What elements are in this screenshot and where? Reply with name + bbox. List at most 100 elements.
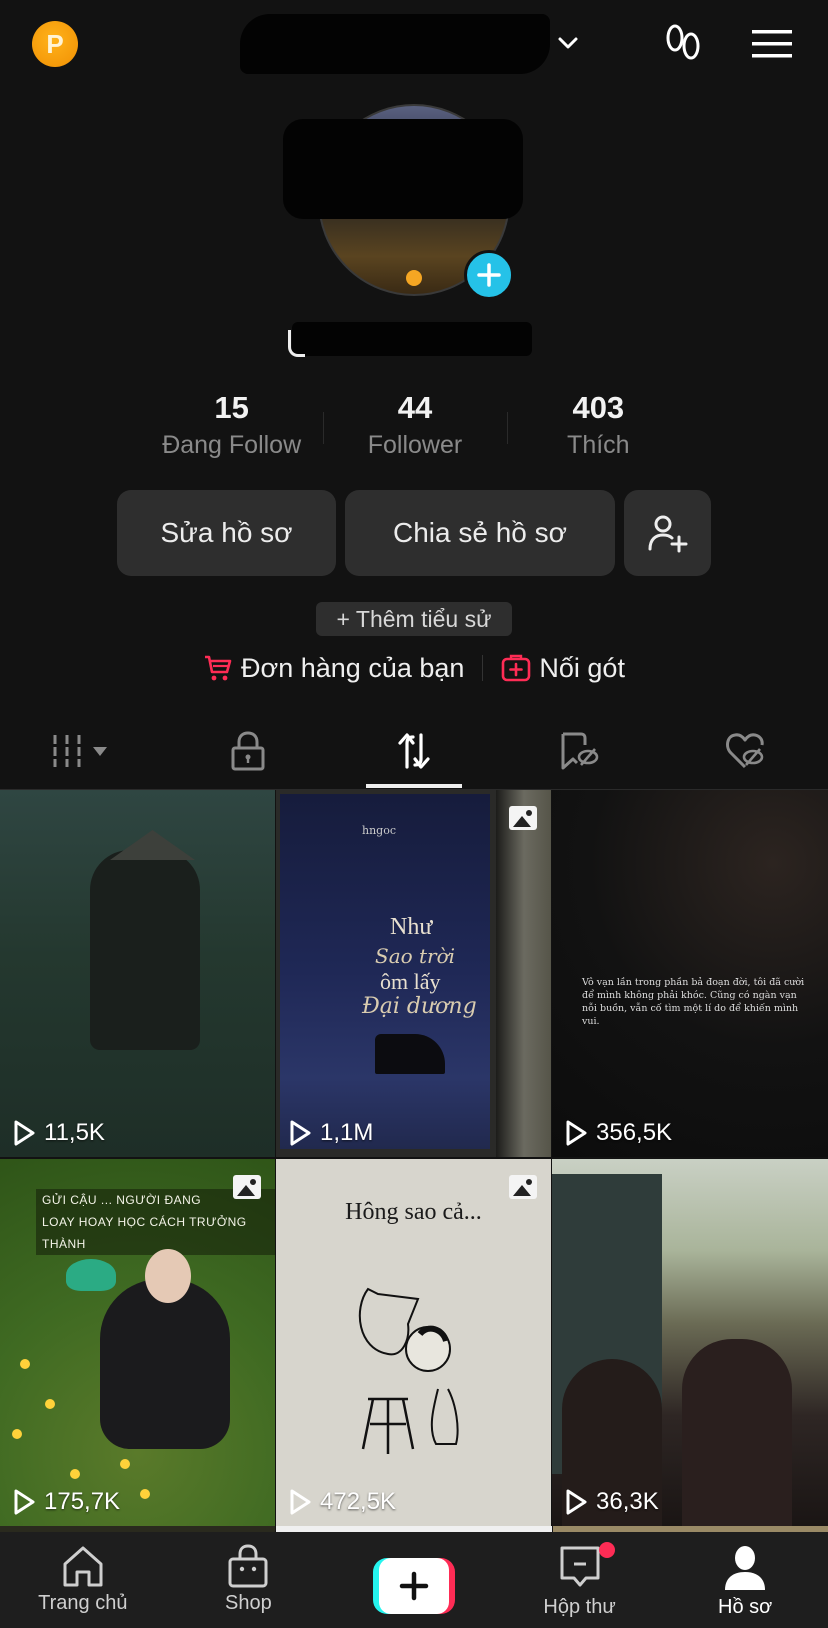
view-count-text: 356,5K [596, 1119, 673, 1146]
redaction [283, 119, 523, 219]
nav-label: Hồ sơ [718, 1596, 773, 1618]
orders-link[interactable]: Đơn hàng của bạn [203, 653, 464, 684]
stat-followers[interactable]: 44 Follower [323, 390, 506, 470]
stat-label: Đang Follow [162, 431, 302, 459]
stat-likes[interactable]: 403 Thích [506, 390, 690, 470]
video-grid: 11,5K hngoc Như Sao trời ôm lấy Đại dươn… [0, 790, 828, 1526]
account-switcher[interactable] [240, 14, 550, 74]
video-thumbnail[interactable]: Hông sao cả... 472,5K [276, 1159, 551, 1526]
footprint-icon[interactable] [662, 22, 704, 66]
add-bio-button[interactable]: + Thêm tiểu sử [316, 602, 512, 636]
caption-line: LOAY HOAY HỌC CÁCH TRƯỞNG THÀNH [42, 1215, 247, 1251]
create-plus-icon [399, 1571, 429, 1601]
thumbnail-art [145, 1249, 191, 1303]
video-thumbnail[interactable]: Vô vạn lần trong phần bả đoạn đời, tôi đ… [552, 790, 828, 1157]
thumbnail-art [375, 1034, 445, 1074]
tab-private[interactable] [166, 712, 332, 790]
video-thumbnail[interactable]: 36,3K [552, 1159, 828, 1526]
thumbnail-art [70, 1469, 80, 1479]
thumbnail-art [110, 830, 195, 860]
edit-profile-button[interactable]: Sửa hồ sơ [117, 490, 336, 576]
add-friend-button[interactable] [624, 490, 711, 576]
nav-label: Hộp thư [543, 1596, 616, 1618]
inbox-icon [560, 1546, 600, 1587]
thumbnail-art [358, 1287, 459, 1454]
video-thumbnail[interactable]: 11,5K [0, 790, 275, 1157]
add-box-icon [502, 654, 531, 682]
play-icon [290, 1489, 311, 1515]
nav-create[interactable] [331, 1532, 497, 1628]
grid-icon [53, 735, 107, 767]
stat-label: Thích [567, 431, 630, 459]
video-thumbnail[interactable]: GỬI CẬU ... NGƯỜI ĐANG LOAY HOAY HỌC CÁC… [0, 1159, 275, 1526]
avatar-lamp [406, 270, 422, 286]
create-button-face [378, 1558, 449, 1614]
share-profile-button[interactable]: Chia sẻ hồ sơ [345, 490, 615, 576]
tab-videos[interactable] [0, 712, 166, 790]
thumbnail-art [140, 1489, 150, 1499]
profile-icon [725, 1546, 766, 1590]
add-avatar-button[interactable] [464, 250, 514, 300]
divider [482, 655, 484, 681]
thumbnail-art [120, 1459, 130, 1469]
top-bar: P [0, 0, 828, 90]
thumbnail-title: Hông sao cả... [345, 1199, 482, 1225]
play-icon [566, 1489, 587, 1515]
nav-home[interactable]: Trang chủ [0, 1532, 166, 1628]
view-count-text: 472,5K [320, 1488, 397, 1515]
orders-label: Đơn hàng của bạn [241, 652, 465, 683]
nav-label: Shop [225, 1592, 272, 1614]
thumbnail-art [496, 790, 551, 1157]
notification-badge [598, 1542, 615, 1558]
repost-icon [398, 733, 430, 769]
follow-along-label: Nối gót [539, 652, 625, 683]
coin-icon[interactable]: P [32, 21, 78, 67]
nav-label: Trang chủ [38, 1592, 128, 1614]
follow-along-link[interactable]: Nối gót [501, 653, 625, 684]
tab-liked[interactable] [662, 712, 828, 790]
video-thumbnail[interactable]: hngoc Như Sao trời ôm lấy Đại dương 1,1M [276, 790, 551, 1157]
poster-author: hngoc [362, 824, 396, 837]
view-count: 1,1M [288, 1119, 373, 1147]
nav-profile[interactable]: Hồ sơ [662, 1532, 828, 1628]
view-count-text: 36,3K [596, 1488, 659, 1515]
nav-inbox[interactable]: Hộp thư [497, 1532, 663, 1628]
stat-value: 44 [397, 390, 433, 425]
coin-letter: P [46, 28, 64, 59]
tab-favorites[interactable] [497, 712, 663, 790]
username-redacted [288, 322, 532, 357]
poster-text: Đại dương [362, 994, 477, 1019]
bookmark-hidden-icon [561, 732, 598, 770]
view-count-text: 175,7K [44, 1488, 121, 1515]
thumbnail-art [90, 850, 200, 1050]
bottom-nav: Trang chủ Shop Hộp thư Hồ sơ [0, 1532, 828, 1628]
view-count-text: 1,1M [320, 1119, 374, 1146]
plus-icon [477, 263, 501, 287]
avatar[interactable] [283, 104, 523, 300]
photo-icon [509, 1175, 537, 1199]
profile-stats: 15 Đang Follow 44 Follower 403 Thích [140, 390, 690, 470]
stat-following[interactable]: 15 Đang Follow [140, 390, 323, 470]
thumbnail-art [20, 1359, 30, 1369]
photo-icon [233, 1175, 261, 1199]
stat-label: Follower [367, 431, 463, 459]
home-icon [63, 1546, 103, 1587]
menu-icon[interactable] [752, 28, 792, 60]
thumbnail-art [682, 1339, 792, 1526]
shop-bag-icon [228, 1544, 268, 1588]
nav-shop[interactable]: Shop [166, 1532, 332, 1628]
view-count-text: 11,5K [44, 1119, 105, 1146]
chevron-down-icon[interactable] [555, 30, 581, 56]
play-icon [290, 1120, 311, 1146]
thumbnail-art: hngoc Như Sao trời ôm lấy Đại dương [280, 794, 490, 1149]
cart-icon [205, 655, 232, 681]
view-count: 36,3K [564, 1488, 659, 1516]
heart-hidden-icon [726, 733, 764, 769]
thumbnail-art [100, 1279, 230, 1449]
create-button[interactable] [372, 1558, 455, 1614]
poster-text: Sao trời [375, 944, 456, 968]
thumbnail-art [12, 1429, 22, 1439]
photo-icon [509, 806, 537, 830]
profile-links: Đơn hàng của bạn Nối gót [0, 648, 828, 688]
tab-reposts[interactable] [331, 712, 497, 790]
